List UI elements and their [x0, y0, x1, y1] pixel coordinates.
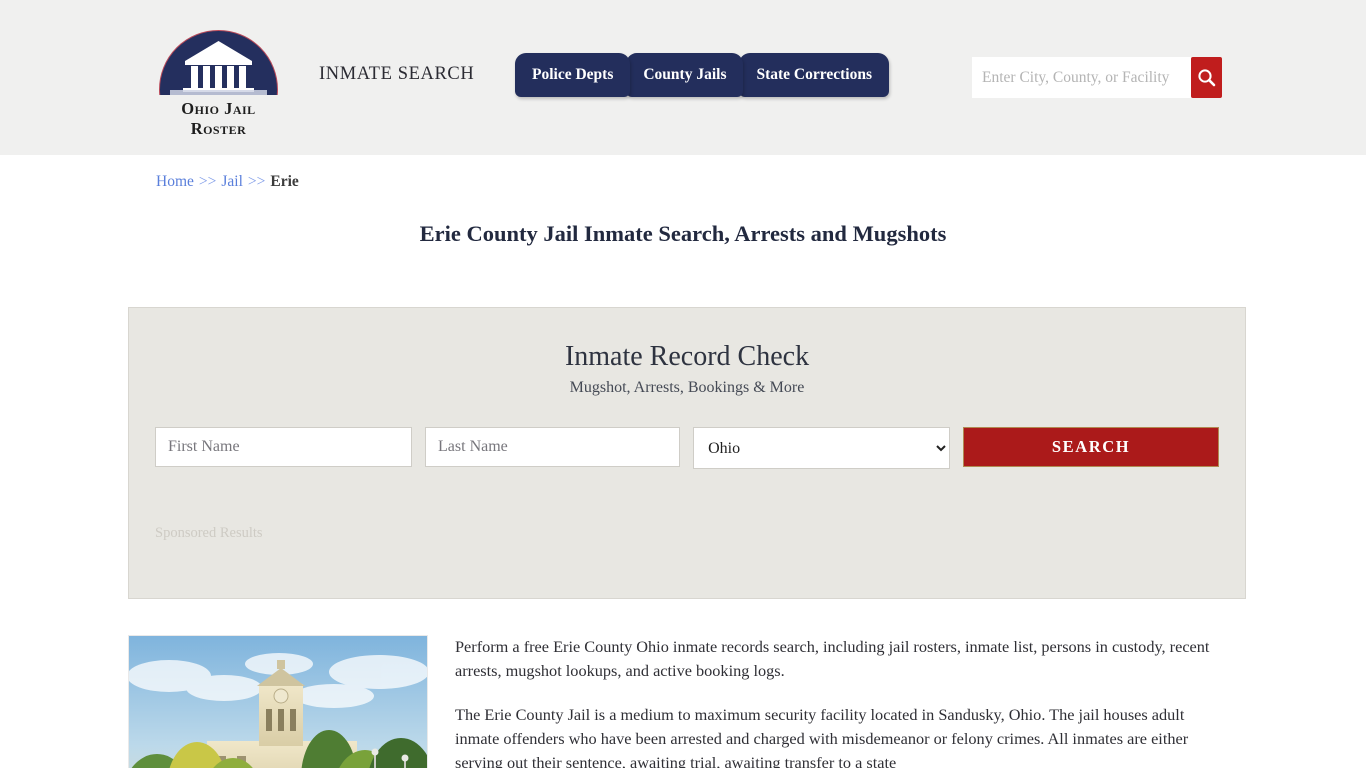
nav-item-state-corrections[interactable]: State Corrections: [739, 53, 889, 97]
site-header: Ohio Jail Roster INMATE SEARCH Police De…: [0, 0, 1366, 155]
courthouse-photo: [128, 635, 428, 768]
record-check-form: Ohio SEARCH: [129, 427, 1245, 469]
site-tagline: INMATE SEARCH: [319, 64, 475, 84]
breadcrumb-home[interactable]: Home: [156, 173, 194, 190]
inmate-record-check-panel: Inmate Record Check Mugshot, Arrests, Bo…: [128, 307, 1246, 599]
first-name-input[interactable]: [155, 427, 413, 467]
breadcrumb: Home >> Jail >> Erie: [123, 155, 1243, 190]
breadcrumb-jail[interactable]: Jail: [221, 173, 243, 190]
article-section: Perform a free Erie County Ohio inmate r…: [128, 635, 1243, 768]
search-icon: [1198, 69, 1216, 87]
logo-wordmark: Ohio Jail Roster: [181, 99, 256, 138]
site-logo[interactable]: Ohio Jail Roster: [156, 28, 286, 138]
courthouse-dome-icon: [156, 28, 281, 95]
sponsored-results-label: Sponsored Results: [155, 525, 263, 541]
article-paragraph-1: Perform a free Erie County Ohio inmate r…: [455, 637, 1210, 680]
record-check-search-button[interactable]: SEARCH: [963, 427, 1220, 467]
page-body: Home >> Jail >> Erie Erie County Jail Inmate…: [123, 155, 1246, 768]
main-nav: Police Depts County Jails State Correcti…: [515, 53, 889, 97]
article-paragraph-2: The Erie County Jail is a medium to maxi…: [455, 705, 1189, 768]
nav-item-police-depts[interactable]: Police Depts: [515, 53, 631, 97]
breadcrumb-current: Erie: [270, 173, 299, 190]
article-text: Perform a free Erie County Ohio inmate r…: [455, 635, 1220, 768]
header-search-button[interactable]: [1191, 57, 1222, 98]
page-title: Erie County Jail Inmate Search, Arrests …: [419, 221, 947, 246]
nav-item-county-jails[interactable]: County Jails: [626, 53, 744, 97]
header-search-input[interactable]: [972, 57, 1191, 98]
breadcrumb-separator-2: >>: [247, 173, 266, 190]
record-check-subtitle: Mugshot, Arrests, Bookings & More: [569, 379, 805, 396]
last-name-input[interactable]: [425, 427, 681, 467]
breadcrumb-separator-1: >>: [198, 173, 217, 190]
header-search: [972, 57, 1222, 98]
record-check-title: Inmate Record Check: [564, 341, 810, 372]
state-select[interactable]: Ohio: [693, 427, 951, 469]
